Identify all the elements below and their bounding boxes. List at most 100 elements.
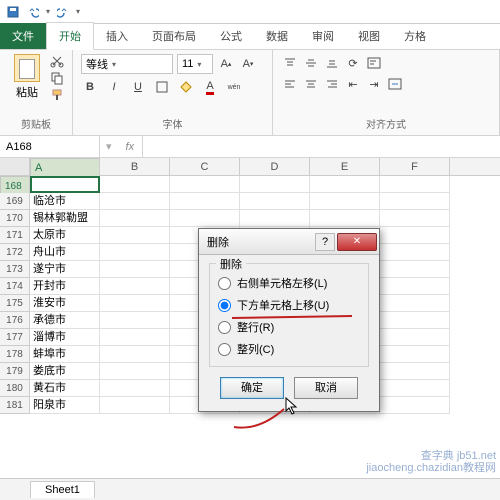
column-header[interactable]: C <box>170 158 240 175</box>
cell[interactable]: 淮安市 <box>30 295 100 312</box>
cell[interactable] <box>100 193 170 210</box>
cell[interactable] <box>100 176 170 193</box>
close-icon[interactable]: ✕ <box>337 233 377 251</box>
cell[interactable] <box>380 363 450 380</box>
save-icon[interactable] <box>6 5 20 19</box>
row-header[interactable]: 180 <box>0 380 30 397</box>
italic-button[interactable]: I <box>105 78 123 96</box>
orientation-icon[interactable]: ⟳ <box>344 54 362 72</box>
cell[interactable] <box>380 329 450 346</box>
radio-entire-row[interactable]: 整行(R) <box>216 316 362 338</box>
cell[interactable] <box>380 397 450 414</box>
undo-icon[interactable] <box>26 5 40 19</box>
cell[interactable] <box>100 227 170 244</box>
cell[interactable]: 承德市 <box>30 312 100 329</box>
tab-data[interactable]: 数据 <box>254 23 300 49</box>
qat-customize-icon[interactable]: ▾ <box>76 7 80 16</box>
shrink-font-icon[interactable]: A▾ <box>239 55 257 73</box>
cut-icon[interactable] <box>50 54 64 68</box>
cell[interactable]: 阳泉市 <box>30 397 100 414</box>
cell[interactable] <box>100 397 170 414</box>
cell[interactable] <box>380 244 450 261</box>
row-header[interactable]: 172 <box>0 244 30 261</box>
redo-icon[interactable] <box>56 5 70 19</box>
tab-view[interactable]: 视图 <box>346 23 392 49</box>
cell[interactable]: 舟山市 <box>30 244 100 261</box>
row-header[interactable]: 169 <box>0 193 30 210</box>
underline-button[interactable]: U <box>129 78 147 96</box>
cell[interactable] <box>100 363 170 380</box>
formula-input[interactable] <box>142 136 500 157</box>
font-color-button[interactable]: A <box>201 78 219 96</box>
column-header[interactable]: F <box>380 158 450 175</box>
phonetic-button[interactable]: wén <box>225 78 243 96</box>
row-header[interactable]: 178 <box>0 346 30 363</box>
align-middle-icon[interactable] <box>302 54 320 72</box>
undo-dropdown-icon[interactable]: ▾ <box>46 7 50 16</box>
row-header[interactable]: 173 <box>0 261 30 278</box>
cell[interactable] <box>100 346 170 363</box>
cell[interactable] <box>240 193 310 210</box>
cell[interactable] <box>100 244 170 261</box>
align-top-icon[interactable] <box>281 54 299 72</box>
cell[interactable] <box>310 210 380 227</box>
row-header[interactable]: 181 <box>0 397 30 414</box>
row-header[interactable]: 174 <box>0 278 30 295</box>
cell[interactable] <box>100 295 170 312</box>
cell[interactable]: 开封市 <box>30 278 100 295</box>
tab-layout[interactable]: 页面布局 <box>140 23 208 49</box>
tab-review[interactable]: 审阅 <box>300 23 346 49</box>
cell[interactable] <box>170 193 240 210</box>
cell[interactable]: 锡林郭勒盟 <box>30 210 100 227</box>
merge-button[interactable] <box>386 75 404 93</box>
column-header[interactable]: A <box>30 158 100 178</box>
cell[interactable]: 淄博市 <box>30 329 100 346</box>
cell[interactable]: 遂宁市 <box>30 261 100 278</box>
radio-entire-col[interactable]: 整列(C) <box>216 338 362 360</box>
cell[interactable] <box>310 193 380 210</box>
cell[interactable] <box>30 176 100 193</box>
column-header[interactable]: D <box>240 158 310 175</box>
fx-icon[interactable]: fx <box>118 141 143 153</box>
cell[interactable] <box>170 210 240 227</box>
cell[interactable] <box>170 176 240 193</box>
cell[interactable] <box>380 261 450 278</box>
row-header[interactable]: 176 <box>0 312 30 329</box>
cell[interactable] <box>380 312 450 329</box>
column-header[interactable]: E <box>310 158 380 175</box>
cell[interactable] <box>100 210 170 227</box>
cell[interactable] <box>380 380 450 397</box>
name-box-dropdown-icon[interactable]: ▾ <box>100 140 118 153</box>
cell[interactable] <box>380 227 450 244</box>
cell[interactable] <box>100 329 170 346</box>
cell[interactable] <box>380 210 450 227</box>
cell[interactable] <box>100 312 170 329</box>
cell[interactable]: 娄底市 <box>30 363 100 380</box>
cell[interactable] <box>100 380 170 397</box>
align-bottom-icon[interactable] <box>323 54 341 72</box>
tab-format[interactable]: 方格 <box>392 23 438 49</box>
tab-home[interactable]: 开始 <box>46 22 94 50</box>
cell[interactable] <box>380 278 450 295</box>
cell[interactable] <box>100 261 170 278</box>
help-icon[interactable]: ? <box>315 233 335 251</box>
fill-color-button[interactable] <box>177 78 195 96</box>
row-header[interactable]: 171 <box>0 227 30 244</box>
sheet-tab[interactable]: Sheet1 <box>30 481 95 498</box>
cell[interactable] <box>380 176 450 193</box>
align-center-icon[interactable] <box>302 75 320 93</box>
grow-font-icon[interactable]: A▴ <box>217 55 235 73</box>
font-name-select[interactable]: 等线▾ <box>81 54 173 74</box>
tab-insert[interactable]: 插入 <box>94 23 140 49</box>
wrap-text-button[interactable] <box>365 54 383 72</box>
tab-formula[interactable]: 公式 <box>208 23 254 49</box>
radio-shift-left[interactable]: 右侧单元格左移(L) <box>216 272 362 294</box>
cell[interactable] <box>240 210 310 227</box>
cell[interactable] <box>380 346 450 363</box>
font-size-select[interactable]: 11▾ <box>177 54 213 74</box>
ok-button[interactable]: 确定 <box>220 377 284 399</box>
dialog-titlebar[interactable]: 删除 ? ✕ <box>199 229 379 255</box>
cell[interactable]: 黄石市 <box>30 380 100 397</box>
align-right-icon[interactable] <box>323 75 341 93</box>
cell[interactable]: 太原市 <box>30 227 100 244</box>
